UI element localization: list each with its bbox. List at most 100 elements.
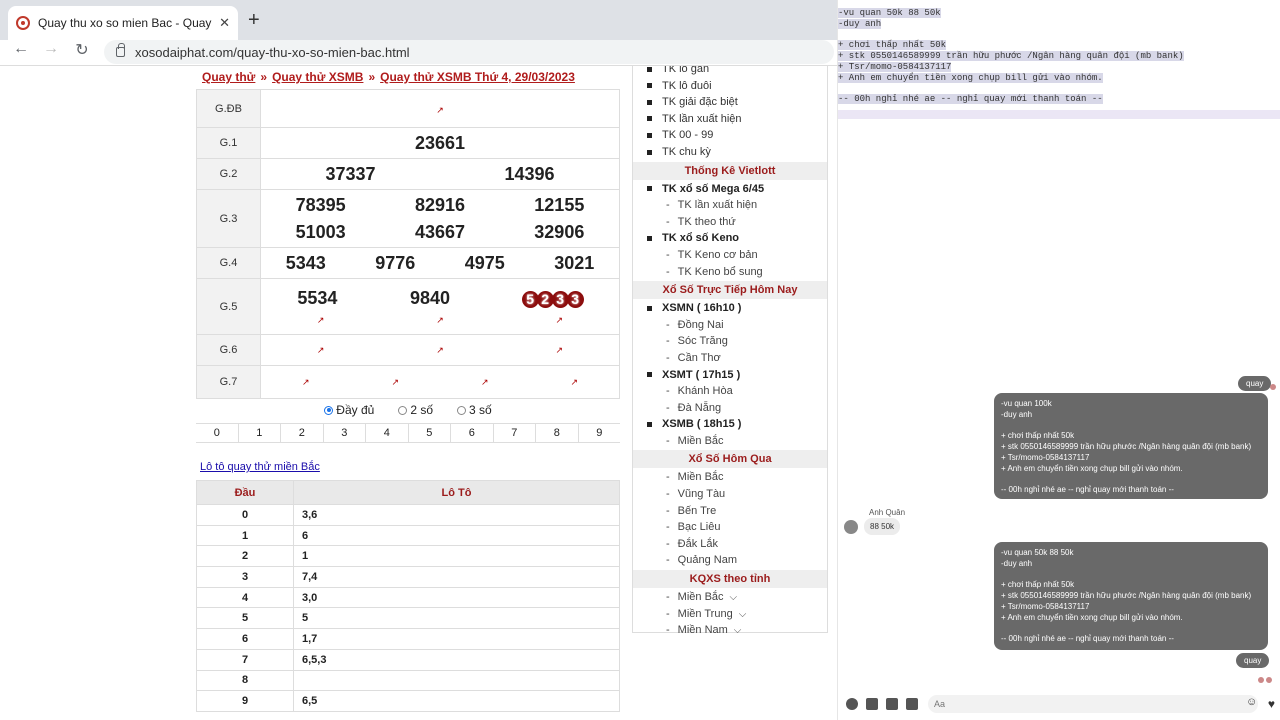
loto-dau: 8 [196,669,294,692]
reload-icon[interactable]: ↻ [71,40,93,60]
sidebar-subitem[interactable]: - Cần Thơ [633,350,827,367]
draft-message-text[interactable]: -vu quan 50k 88 50k -duy anh + chơi thấp… [838,8,1280,105]
sidebar-subitem-label: Đà Nẵng [677,401,722,414]
sidebar-dropdown[interactable]: - Miền Bắc ⌵ [633,589,827,606]
add-icon[interactable] [846,698,858,710]
sidebar-item-mega[interactable]: TK xổ số Mega 6/45 [633,181,827,198]
row-gdb: G.ĐB ↗ [196,89,620,128]
g4-number: 3021 [554,252,595,273]
received-message[interactable]: 88 50k [864,518,901,535]
loto-dau: 6 [196,628,294,650]
sidebar-subitem[interactable]: - Đồng Nai [633,317,827,334]
sidebar-subitem-label: Miền Bắc [677,434,724,447]
digit-filter[interactable]: 9 [579,424,621,442]
header-loto: Lô Tô [293,480,620,505]
sidebar-item-label: TK 00 - 99 [662,129,714,142]
breadcrumb-link-quay-thu[interactable]: Quay thử [202,70,255,84]
sidebar-subitem[interactable]: - Bạc Liêu [633,519,827,536]
sidebar-subitem[interactable]: - Miền Bắc [633,469,827,486]
sidebar-subitem-label: Miền Nam [677,624,728,637]
digit-filter[interactable]: 3 [324,424,366,442]
sidebar-item-xsmb[interactable]: XSMB ( 18h15 ) [633,416,827,433]
sidebar-item-label: TK chu kỳ [662,145,711,158]
sidebar-item-keno[interactable]: TK xổ số Keno [633,230,827,247]
sidebar-item-tk-chu-ky[interactable]: TK chu kỳ [633,144,827,161]
radio-selected-icon[interactable] [324,405,334,415]
sidebar-subitem[interactable]: - TK Keno cơ bản [633,247,827,264]
site-favicon-icon [16,16,30,30]
radio-3-digits[interactable]: 3 số [457,403,492,417]
sidebar-subitem[interactable]: - TK theo thứ [633,214,827,231]
sent-message[interactable]: -vu quan 100k -duy anh + chơi thấp nhất … [994,393,1268,499]
breadcrumb-link-quay-thu-xsmb[interactable]: Quay thử XSMB [272,70,363,84]
loto-dau: 3 [196,566,294,588]
sent-message[interactable]: -vu quan 50k 88 50k -duy anh + chơi thấp… [994,542,1268,650]
sidebar-item-xsmt[interactable]: XSMT ( 17h15 ) [633,367,827,384]
browser-tab[interactable]: Quay thu xo so mien Bac - Quay ✕ [8,6,238,40]
sender-avatar[interactable] [844,520,858,534]
gif-icon[interactable] [906,698,918,710]
sidebar-subitem[interactable]: - Bến Tre [633,503,827,520]
close-tab-icon[interactable]: ✕ [219,15,230,31]
sidebar-item-tk-giai-dac-biet[interactable]: TK giải đặc biệt [633,94,827,111]
new-tab-icon[interactable]: + [248,9,260,32]
draft-blank-line [838,30,1280,41]
sent-message-quay[interactable]: quay [1236,653,1270,668]
dash: - [666,318,670,331]
sidebar-subitem[interactable]: - TK lần xuất hiện [633,197,827,214]
digit-filter[interactable]: 8 [536,424,579,442]
sidebar-subitem[interactable]: - Vũng Tàu [633,486,827,503]
page-viewport: Quay thử » Quay thử XSMB » Quay thử XSMB Thứ… [0,66,837,720]
prize-label: G.1 [196,127,261,159]
digit-filter[interactable]: 4 [366,424,409,442]
sidebar-subitem[interactable]: - TK Keno bổ sung [633,264,827,281]
loto-link[interactable]: Lô tô quay thử miền Bắc [200,461,320,473]
breadcrumb-link-current[interactable]: Quay thử XSMB Thứ 4, 29/03/2023 [380,70,575,84]
loto-row: 55 [196,607,620,630]
sidebar-dropdown[interactable]: - Miền Trung ⌵ [633,606,827,623]
loto-dau: 9 [196,690,294,712]
digit-filter[interactable]: 2 [281,424,324,442]
digit-filter[interactable]: 5 [409,424,451,442]
sidebar-item-tk-lo-duoi[interactable]: TK lô đuôi [633,78,827,95]
digit-filter[interactable]: 0 [196,424,239,442]
radio-full[interactable]: Đầy đủ [324,403,374,417]
forward-icon[interactable]: → [40,40,62,58]
sidebar-subitem[interactable]: - Đắk Lắk [633,536,827,553]
digit-filter[interactable]: 7 [494,424,536,442]
g3-number: 82916 [414,194,466,215]
loto-table: Đầu Lô Tô 0 3,6 16 21 3 7,4 4 3,0 55 6 1,7 7… [196,480,620,712]
sidebar-dropdown[interactable]: - Miền Nam ⌵ [633,622,827,639]
sidebar-item-tk-lo-gan[interactable]: TK lô gan [633,66,827,78]
back-icon[interactable]: ← [10,40,32,58]
g4-number: 9776 [375,252,416,273]
image-icon[interactable] [866,698,878,710]
loto-header-row: Đầu Lô Tô [196,480,620,505]
sidebar-item-label: XSMT ( 17h15 ) [662,368,741,381]
digit-filter[interactable]: 6 [451,424,494,442]
radio-icon[interactable] [398,405,408,415]
heart-icon[interactable]: ♥ [1268,697,1275,711]
sidebar-subitem-label: TK Keno bổ sung [677,265,763,278]
radio-2-digits[interactable]: 2 số [398,403,433,417]
sidebar-item-tk-00-99[interactable]: TK 00 - 99 [633,127,827,144]
prize-label: G.5 [196,278,261,335]
sidebar-item-tk-lan-xuat-hien[interactable]: TK lần xuất hiện [633,111,827,128]
loto-dau: 2 [196,545,294,568]
loading-icon: ↗ [570,376,579,387]
sent-message-quay[interactable]: quay [1238,376,1272,391]
sidebar-subitem[interactable]: - Miền Bắc [633,433,827,450]
sidebar-subitem[interactable]: - Quảng Nam [633,552,827,569]
digit-filter[interactable]: 1 [239,424,281,442]
prize-label: G.ĐB [196,89,261,128]
sidebar-subitem[interactable]: - Sóc Trăng [633,333,827,350]
sidebar-subitem[interactable]: - Khánh Hòa [633,383,827,400]
sidebar-item-xsmn[interactable]: XSMN ( 16h10 ) [633,300,827,317]
sidebar-subitem[interactable]: - Đà Nẵng [633,400,827,417]
emoji-icon[interactable]: ☺ [1246,696,1257,708]
message-input[interactable]: Aa [928,695,1258,713]
tab-strip: Quay thu xo so mien Bac - Quay ✕ + [0,0,837,40]
radio-icon[interactable] [457,405,467,415]
sticker-icon[interactable] [886,698,898,710]
address-bar[interactable]: xosodaiphat.com/quay-thu-xo-so-mien-bac.… [104,40,834,64]
